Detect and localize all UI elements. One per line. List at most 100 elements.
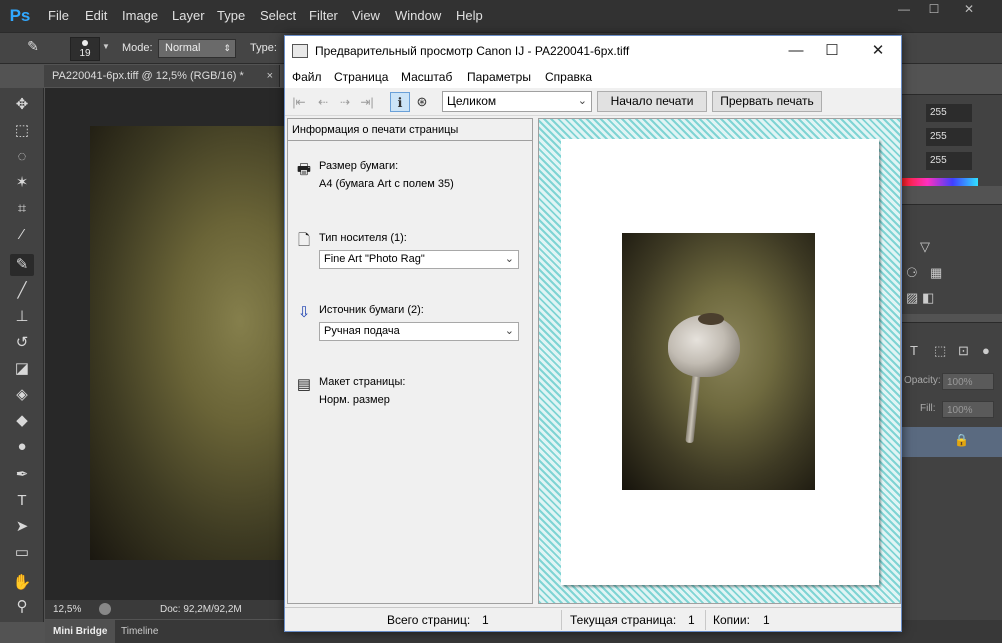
magic-wand-tool-icon[interactable]: ✶	[10, 172, 34, 194]
prev-page-icon[interactable]: ⇠	[313, 94, 333, 110]
color-spectrum[interactable]	[902, 178, 978, 186]
history-brush-tool-icon[interactable]: ↺	[10, 332, 34, 354]
tab-close-icon[interactable]: ×	[267, 65, 273, 87]
ps-right-panels: 255 255 255 ▽ ⚆ ▦ ▨ ◧ T ⬚ ⊡ ● Opacity: 1…	[902, 64, 1002, 620]
doc-info: Doc: 92,2M/92,2M	[160, 604, 242, 615]
print-preview-area[interactable]	[538, 118, 901, 604]
clone-stamp-tool-icon[interactable]: ⊥	[10, 306, 34, 328]
dialog-maximize-icon[interactable]: ☐	[817, 40, 847, 62]
ps-menu-filter[interactable]: Filter	[309, 0, 338, 32]
last-page-icon[interactable]: ⇥|	[357, 94, 377, 110]
filter-toggle-icon[interactable]: ●	[982, 343, 990, 358]
status-info-icon[interactable]	[99, 603, 111, 615]
paper-size-printer-icon: 🖶	[296, 161, 312, 178]
fill-input[interactable]: 100%	[942, 401, 994, 418]
media-type-select[interactable]: Fine Art "Photo Rag" ⌄	[319, 250, 519, 269]
paint-bucket-tool-icon[interactable]: ◈	[10, 384, 34, 406]
paper-source-tray-icon: ⇩	[297, 304, 311, 321]
shape-tool-icon[interactable]: ▭	[10, 542, 34, 564]
dialog-close-icon[interactable]: ✕	[863, 40, 893, 62]
gradient-map-icon[interactable]: ◧	[922, 290, 934, 306]
grid-adjust-icon[interactable]: ▦	[930, 265, 942, 281]
mode-select[interactable]: Normal ⇕	[158, 39, 236, 58]
ps-close-icon[interactable]: ✕	[955, 0, 983, 18]
pen-tool-icon[interactable]: ✒	[10, 464, 34, 486]
document-tab[interactable]: PA220041-6px.tiff @ 12,5% (RGB/16) * ×	[44, 65, 280, 87]
ps-menu-file[interactable]: File	[48, 0, 69, 32]
zoom-level[interactable]: 12,5%	[53, 600, 81, 619]
color-value-b[interactable]: 255	[926, 152, 972, 170]
tab-mini-bridge[interactable]: Mini Bridge	[45, 620, 116, 643]
brush-tool-icon[interactable]: ╱	[10, 280, 34, 302]
ps-menu-window[interactable]: Window	[395, 0, 441, 32]
zoom-tool-icon[interactable]: ⚲	[10, 596, 34, 618]
dialog-menu-file[interactable]: Файл	[292, 70, 322, 84]
dialog-menu-zoom[interactable]: Масштаб	[401, 70, 452, 84]
brush-size: 19	[79, 48, 91, 59]
media-type-page-icon: 🗋	[297, 232, 311, 249]
zoom-select[interactable]: Целиком ⌄	[442, 91, 592, 112]
ps-menu-layer[interactable]: Layer	[172, 0, 205, 32]
ps-menu-edit[interactable]: Edit	[85, 0, 107, 32]
color-value-g[interactable]: 255	[926, 128, 972, 146]
move-tool-icon[interactable]: ✥	[10, 94, 34, 116]
mode-stepper-icon: ⇕	[223, 43, 231, 53]
opacity-input[interactable]: 100%	[942, 373, 994, 390]
ps-menu-help[interactable]: Help	[456, 0, 483, 32]
zoom-select-chevron-down-icon: ⌄	[577, 95, 587, 107]
tab-timeline[interactable]: Timeline	[113, 620, 166, 643]
mode-label: Mode:	[122, 42, 153, 54]
dialog-status-bar: Всего страниц: 1 Текущая страница: 1 Коп…	[285, 607, 901, 631]
color-value-r[interactable]: 255	[926, 104, 972, 122]
levels-icon[interactable]: ▨	[906, 290, 918, 306]
eraser-tool-icon[interactable]: ◪	[10, 358, 34, 380]
dialog-menu-options[interactable]: Параметры	[467, 70, 531, 84]
layers-panel: T ⬚ ⊡ ● Opacity: 100% Fill: 100% 🔒	[902, 322, 1002, 620]
paper-source-select[interactable]: Ручная подача ⌄	[319, 322, 519, 341]
dodge-tool-icon[interactable]: ●	[10, 436, 34, 458]
dialog-menu-help[interactable]: Справка	[545, 70, 592, 84]
preview-print-image	[622, 233, 815, 490]
ps-menu-select[interactable]: Select	[260, 0, 296, 32]
ps-maximize-icon[interactable]: ☐	[920, 0, 948, 18]
cancel-print-button[interactable]: Прервать печать	[712, 91, 822, 112]
hand-tool-icon[interactable]: ✋	[10, 572, 34, 594]
brush-preset-picker[interactable]: 19	[70, 37, 100, 61]
layer-lock-icon: 🔒	[954, 433, 969, 447]
path-selection-tool-icon[interactable]: ➤	[10, 516, 34, 538]
next-page-icon[interactable]: ⇢	[335, 94, 355, 110]
ps-minimize-icon[interactable]: —	[890, 0, 918, 18]
dialog-minimize-icon[interactable]: —	[781, 40, 811, 62]
smart-object-filter-icon[interactable]: ⊡	[958, 343, 969, 359]
shape-filter-icon[interactable]: ⬚	[934, 343, 946, 359]
lasso-tool-icon[interactable]: ◌	[10, 146, 34, 168]
start-print-button[interactable]: Начало печати	[597, 91, 707, 112]
marquee-tool-icon[interactable]: ⬚	[10, 120, 34, 142]
layer-row-background[interactable]: 🔒	[902, 427, 1002, 457]
print-info-toggle-icon[interactable]: ℹ	[390, 92, 410, 112]
crop-tool-icon[interactable]: ⌗	[10, 198, 34, 220]
first-page-icon[interactable]: |⇤	[289, 94, 309, 110]
ps-status-bar: 12,5% Doc: 92,2M/92,2M	[45, 600, 285, 619]
ps-canvas[interactable]	[45, 88, 290, 600]
healing-brush-tool-icon[interactable]: ✎	[10, 254, 34, 276]
blur-tool-icon[interactable]: ◆	[10, 410, 34, 432]
color-adjust-icon[interactable]: ⊛	[412, 92, 432, 112]
dialog-menubar: Файл Страница Масштаб Параметры Справка	[285, 66, 901, 88]
color-balance-icon[interactable]: ⚆	[906, 265, 918, 281]
fill-label: Fill:	[920, 403, 936, 414]
type-tool-icon[interactable]: T	[10, 490, 34, 512]
dialog-title-bar[interactable]: Предварительный просмотр Canon IJ - PA22…	[285, 36, 901, 66]
copies-value: 1	[763, 613, 770, 627]
ps-menu-view[interactable]: View	[352, 0, 380, 32]
dialog-menu-page[interactable]: Страница	[334, 70, 388, 84]
type-label: Type:	[250, 42, 277, 54]
type-filter-icon[interactable]: T	[910, 343, 918, 358]
ps-menu-type[interactable]: Type	[217, 0, 245, 32]
ps-menu-image[interactable]: Image	[122, 0, 158, 32]
eyedropper-tool-icon[interactable]: ⁄	[10, 224, 34, 246]
healing-brush-tool-icon[interactable]: ✎	[22, 38, 44, 58]
printer-app-icon	[292, 44, 308, 58]
brush-picker-arrow-icon[interactable]: ▼	[102, 42, 110, 51]
triangle-adjust-icon[interactable]: ▽	[920, 239, 930, 255]
